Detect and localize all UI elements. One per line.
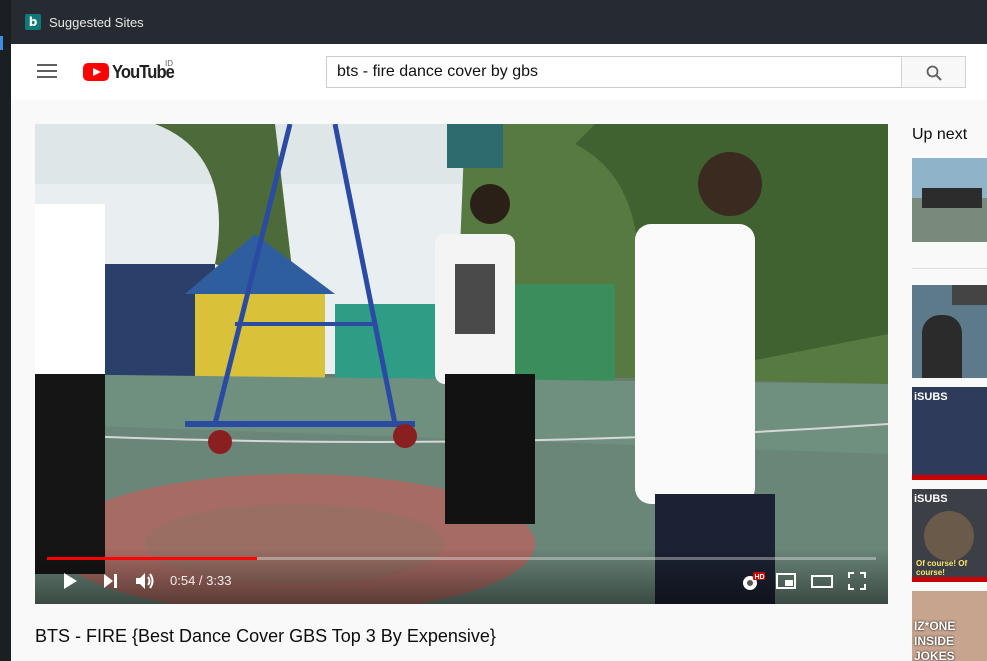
country-code: ID <box>165 59 173 68</box>
up-next-thumbnail-2[interactable] <box>912 285 987 378</box>
thumbnail-overlay-text: IZ*ONE INSIDE JOKES <box>914 619 956 661</box>
theater-icon[interactable] <box>811 572 833 590</box>
bing-icon[interactable]: b <box>25 14 41 30</box>
volume-icon[interactable] <box>135 572 157 590</box>
up-next-thumbnail-1[interactable] <box>912 158 987 242</box>
next-icon[interactable] <box>101 572 119 590</box>
video-title: BTS - FIRE {Best Dance Cover GBS Top 3 B… <box>35 626 496 646</box>
player-controls: 0:54 / 3:33 HD <box>35 548 888 604</box>
youtube-logo[interactable]: YouTube ID <box>83 59 179 83</box>
menu-icon[interactable] <box>37 64 57 80</box>
search-button[interactable] <box>901 56 966 88</box>
browser-left-strip <box>0 0 11 661</box>
up-next-thumbnail-4[interactable]: iSUBS Of course! Of course! <box>912 489 987 582</box>
youtube-page: YouTube ID bts - fire dance cover by gbs… <box>11 44 987 661</box>
video-player[interactable]: 0:54 / 3:33 HD <box>35 124 888 604</box>
thumbnail-overlay-text: iSUBS <box>914 493 948 505</box>
miniplayer-icon[interactable] <box>776 572 796 590</box>
fullscreen-icon[interactable] <box>848 572 866 590</box>
youtube-play-logo-icon <box>83 63 109 81</box>
thumbnail-overlay-text: iSUBS <box>914 391 948 403</box>
settings-icon[interactable]: HD <box>741 572 765 592</box>
active-indicator <box>0 36 3 50</box>
bookmark-suggested-sites[interactable]: Suggested Sites <box>49 15 144 30</box>
time-display: 0:54 / 3:33 <box>170 573 232 588</box>
video-frame <box>35 124 888 604</box>
masthead: YouTube ID <box>11 44 987 100</box>
progress-bar[interactable] <box>47 557 876 560</box>
search-icon <box>926 65 942 81</box>
bookmarks-bar: b Suggested Sites <box>11 0 987 44</box>
hd-badge: HD <box>755 574 765 581</box>
up-next-thumbnail-3[interactable]: iSUBS <box>912 387 987 480</box>
progress-fill <box>47 557 258 560</box>
thumbnail-caption: Of course! Of course! <box>916 559 968 577</box>
play-icon[interactable] <box>61 572 79 590</box>
up-next-heading: Up next <box>912 126 968 143</box>
up-next-thumbnail-5[interactable]: IZ*ONE INSIDE JOKES <box>912 591 987 661</box>
sidebar-divider <box>912 268 987 269</box>
search-input[interactable] <box>326 56 902 88</box>
